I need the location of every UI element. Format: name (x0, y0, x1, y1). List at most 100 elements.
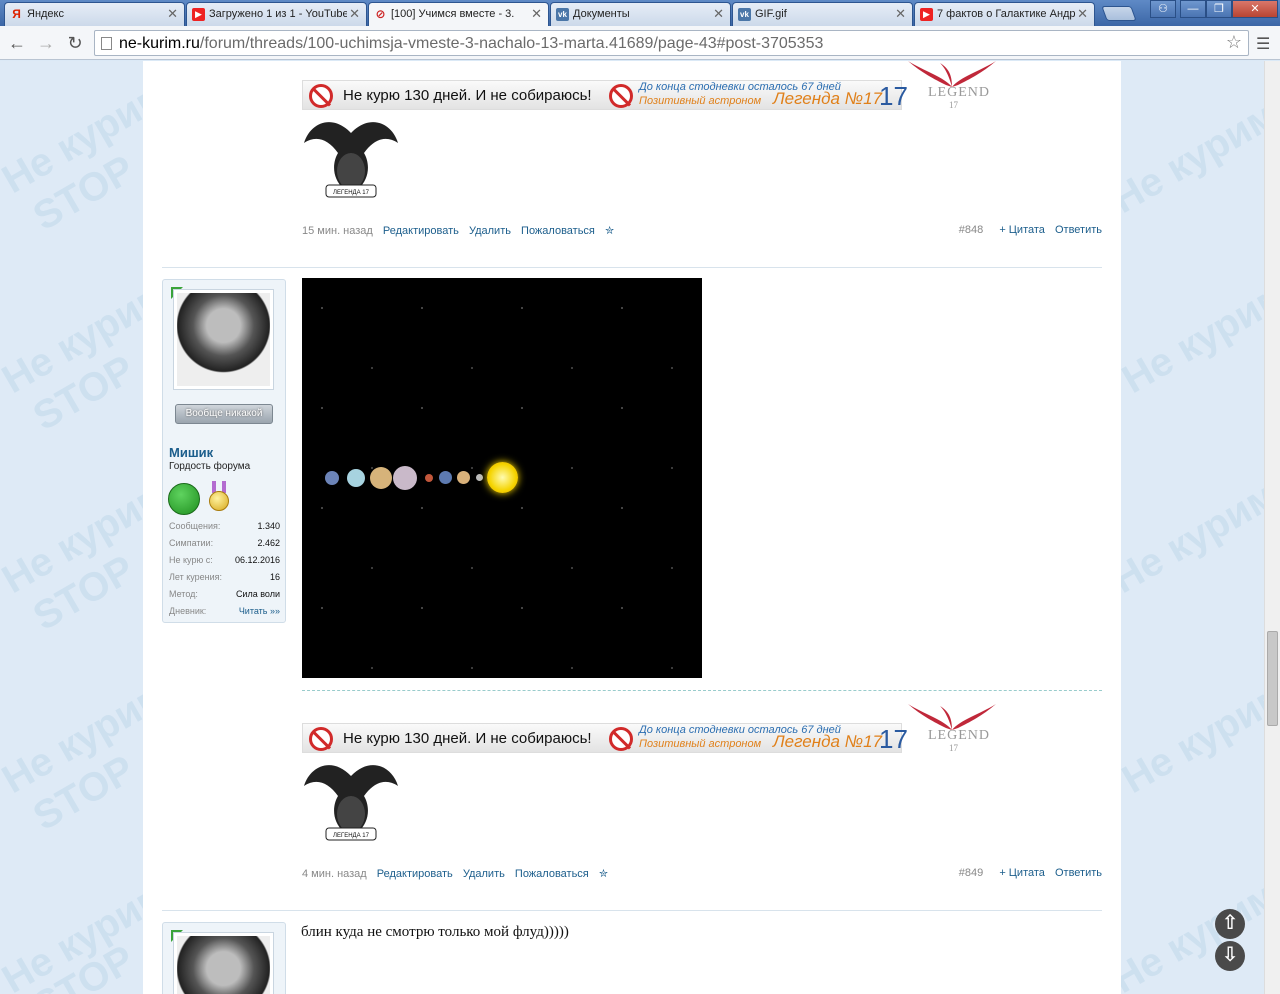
forward-arrow-icon[interactable]: → (35, 32, 57, 54)
planet-neptune (325, 471, 339, 485)
tab-forum[interactable]: ⊘ [100] Учимся вместе - 3. ✕ (368, 2, 549, 27)
signature-banner: Не курю 130 дней. И не собираюсь! До кон… (302, 704, 1002, 754)
youtube-icon: ▶ (920, 8, 933, 21)
legend-number: 17 (949, 100, 958, 110)
stat-row: Не курю с: 06.12.2016 (169, 555, 280, 572)
post-number[interactable]: #848 (959, 224, 983, 236)
window-close-button[interactable]: ✕ (1232, 0, 1278, 18)
quote-link[interactable]: + Цитата (999, 867, 1045, 879)
tab-vk-gif[interactable]: vk GIF.gif ✕ (732, 2, 913, 26)
address-bar[interactable]: ne-kurim.ru/forum/threads/100-uchimsja-v… (94, 30, 1249, 56)
eagle-icon: ЛЕГЕНДА 17 (304, 122, 398, 198)
tab-label: Загружено 1 из 1 - YouTube (209, 8, 347, 20)
tab-youtube[interactable]: ▶ Загружено 1 из 1 - YouTube ✕ (186, 2, 367, 26)
new-tab-button[interactable] (1101, 6, 1137, 21)
close-icon[interactable]: ✕ (349, 6, 360, 22)
stat-key: Симпатии: (169, 538, 214, 548)
tab-label: Документы (573, 8, 630, 20)
post-separator (162, 267, 1102, 268)
legend-logo: LEGEND 17 (904, 61, 1000, 110)
rank-badge: Вообще никакой (175, 404, 273, 424)
avatar-image (177, 936, 270, 994)
vertical-scrollbar[interactable] (1264, 61, 1280, 994)
scrollbar-thumb[interactable] (1267, 631, 1278, 726)
page-icon (101, 37, 112, 50)
maximize-button[interactable]: ❐ (1206, 0, 1232, 18)
user-icon[interactable]: ⚇ (1150, 0, 1176, 18)
signature-legend: Легенда №17 (773, 732, 883, 751)
report-link[interactable]: Пожаловаться (515, 868, 589, 880)
edit-link[interactable]: Редактировать (377, 868, 453, 880)
report-link[interactable]: Пожаловаться (521, 225, 595, 237)
eagle-emblem: ЛЕГЕНДА 17 (302, 113, 400, 209)
bookmark-star-icon[interactable]: ☆ (1226, 32, 1242, 53)
menu-icon[interactable]: ☰ (1256, 34, 1270, 54)
minimize-button[interactable]: — (1180, 0, 1206, 18)
solar-system-gif[interactable] (302, 278, 702, 678)
page-viewport: Не курим.ру STOP Не курим.ру STOP Не кур… (0, 61, 1264, 994)
stat-row: Дневник: Читать »» (169, 606, 280, 623)
url-host: ne-kurim.ru (119, 35, 200, 52)
user-card: Вообще никакой Мишик Гордость форума Соо… (162, 279, 286, 623)
reply-link[interactable]: Ответить (1055, 224, 1102, 236)
reload-icon[interactable]: ↻ (64, 32, 86, 54)
signature-role: Позитивный астроном (639, 95, 762, 107)
medal-disc (209, 491, 229, 511)
post-time: 15 мин. назад (302, 225, 373, 237)
avatar[interactable] (173, 932, 274, 994)
scroll-down-button[interactable]: ⇩ (1215, 941, 1245, 971)
award-icon[interactable] (168, 483, 200, 515)
tab-yandex[interactable]: Я Яндекс ✕ (4, 2, 185, 26)
tab-youtube-andromeda[interactable]: ▶ 7 фактов о Галактике Андромеды ✕ (914, 2, 1095, 26)
stat-key: Лет курения: (169, 572, 223, 582)
delete-link[interactable]: Удалить (463, 868, 505, 880)
username-link[interactable]: Мишик (169, 445, 213, 460)
post-meta-849: 4 мин. назад Редактировать Удалить Пожал… (302, 867, 1102, 881)
tab-label: Яндекс (27, 8, 64, 20)
medal-icon[interactable] (206, 481, 232, 515)
star-icon[interactable]: ✮ (599, 868, 608, 880)
no-smoking-icon (309, 727, 333, 751)
post-number[interactable]: #849 (959, 867, 983, 879)
reply-link[interactable]: Ответить (1055, 867, 1102, 879)
stat-key: Не курю с: (169, 555, 213, 565)
stat-value: 1.340 (257, 521, 280, 531)
stat-value: Сила воли (235, 589, 280, 599)
no-smoking-icon: ⊘ (375, 7, 386, 21)
planet-mercury (476, 474, 483, 481)
yandex-icon: Я (12, 7, 21, 21)
close-icon[interactable]: ✕ (713, 6, 724, 22)
planet-jupiter (393, 466, 417, 490)
close-icon[interactable]: ✕ (167, 6, 178, 22)
star-icon[interactable]: ✮ (605, 225, 614, 237)
back-arrow-icon[interactable]: ← (6, 32, 28, 54)
stat-row: Сообщения: 1.340 (169, 521, 280, 538)
legend-logo: LEGEND 17 (904, 702, 1000, 753)
tab-vk-docs[interactable]: vk Документы ✕ (550, 2, 731, 26)
eagle-caption: ЛЕГЕНДА 17 (333, 190, 370, 196)
close-icon[interactable]: ✕ (1077, 6, 1088, 22)
avatar[interactable] (173, 289, 274, 390)
scroll-up-button[interactable]: ⇧ (1215, 909, 1245, 939)
forum-content: Не курю 130 дней. И не собираюсь! До кон… (143, 61, 1121, 994)
close-icon[interactable]: ✕ (531, 6, 542, 22)
signature-text: Не курю 130 дней. И не собираюсь! (343, 87, 592, 104)
signature-banner: Не курю 130 дней. И не собираюсь! До кон… (302, 61, 1002, 111)
stat-value: 06.12.2016 (234, 555, 280, 565)
delete-link[interactable]: Удалить (469, 225, 511, 237)
watermark: Не курим.ру (1104, 444, 1264, 603)
legend-word: LEGEND (928, 85, 990, 100)
edit-link[interactable]: Редактировать (383, 225, 459, 237)
close-icon[interactable]: ✕ (895, 6, 906, 22)
post-meta-848: 15 мин. назад Редактировать Удалить Пожа… (302, 224, 1102, 238)
diary-link[interactable]: Читать »» (239, 606, 280, 616)
signature-role: Позитивный астроном (639, 738, 762, 750)
watermark: Не курим.ру (1114, 644, 1264, 803)
signature-bar: Не курю 130 дней. И не собираюсь! До кон… (302, 80, 908, 111)
quote-link[interactable]: + Цитата (999, 224, 1045, 236)
post-text: блин куда не смотрю только мой флуд))))) (301, 924, 569, 940)
legend-word: LEGEND (928, 728, 990, 743)
tab-strip: Я Яндекс ✕ ▶ Загружено 1 из 1 - YouTube … (0, 0, 1280, 27)
vk-icon: vk (556, 8, 569, 21)
tab-label: [100] Учимся вместе - 3. (391, 8, 515, 20)
